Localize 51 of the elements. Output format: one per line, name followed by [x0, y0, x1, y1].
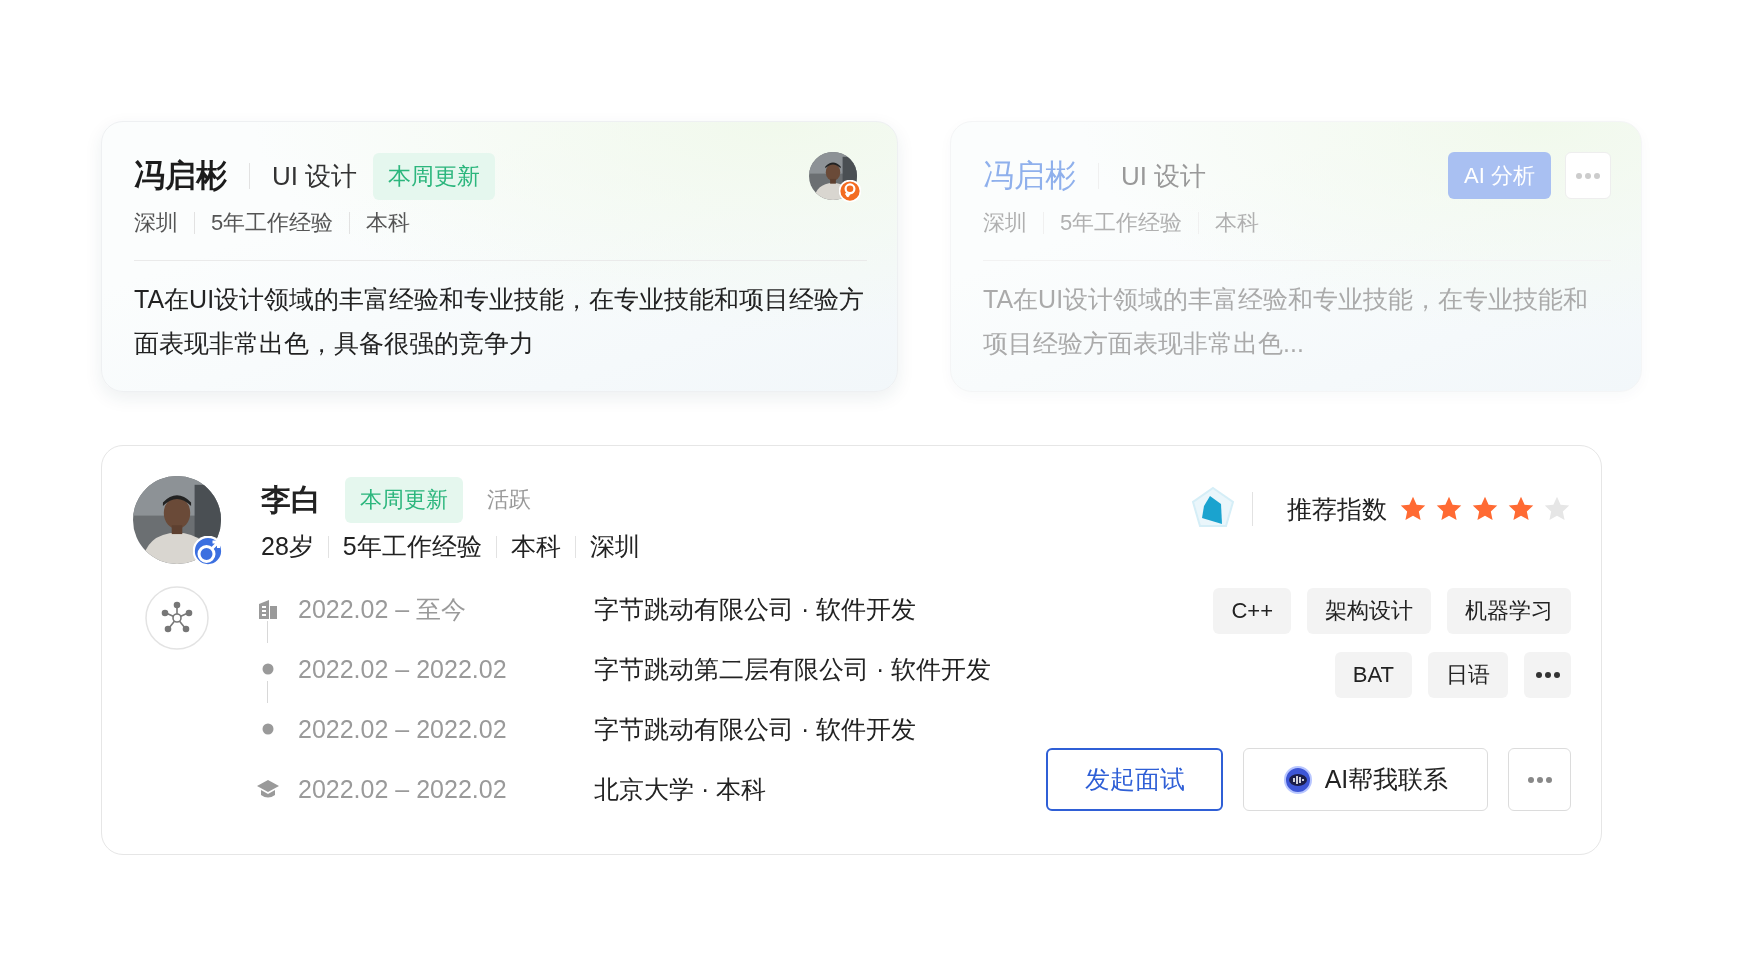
star-icon: [1399, 495, 1427, 523]
date-range: 2022.02 – 至今: [298, 593, 468, 625]
candidate-name: 冯启彬: [983, 157, 1076, 195]
job-title: UI 设计: [1121, 159, 1207, 193]
more-icon: [1533, 669, 1562, 681]
company-text: 字节跳动第二层有限公司 · 软件开发: [594, 653, 992, 685]
building-icon: [257, 598, 279, 620]
candidate-name: 冯启彬: [134, 157, 227, 195]
graduation-cap-icon: [256, 778, 280, 800]
ai-contact-button[interactable]: AI帮我联系: [1243, 748, 1488, 811]
meta-text: 深圳: [983, 209, 1027, 237]
timeline-dot: [262, 723, 274, 735]
skill-tag: 日语: [1428, 652, 1508, 698]
meta-text: 本科: [510, 531, 561, 562]
company-text: 字节跳动有限公司 · 软件开发: [594, 713, 917, 745]
timeline-dot: [262, 663, 274, 675]
candidate-name: 李白: [261, 481, 321, 518]
update-badge: 本周更新: [373, 152, 496, 200]
star-icon: [1543, 495, 1571, 523]
summary-text: TA在UI设计领域的丰富经验和专业技能，在专业技能和项目经验方面表现非常出色...: [983, 284, 1590, 359]
date-range: 2022.02 – 2022.02: [298, 714, 508, 744]
skill-tag: BAT: [1334, 652, 1412, 698]
star-icon: [1471, 495, 1499, 523]
status-text: 活跃: [487, 486, 531, 514]
star-icon: [1435, 495, 1463, 523]
interview-button[interactable]: 发起面试: [1046, 748, 1223, 811]
meta-text: 本科: [1215, 209, 1260, 237]
robot-icon: [1282, 764, 1313, 795]
update-badge: 本周更新: [345, 477, 463, 523]
network-icon: [145, 586, 209, 650]
meta-text: 深圳: [134, 209, 178, 237]
meta-text: 5年工作经验: [211, 209, 334, 237]
more-button[interactable]: [1508, 748, 1571, 811]
skill-tag: 架构设计: [1307, 588, 1431, 634]
job-title: UI 设计: [272, 159, 358, 193]
meta-text: 5年工作经验: [342, 531, 482, 562]
skill-tag: C++: [1213, 588, 1291, 634]
more-tags-button[interactable]: [1524, 652, 1571, 698]
date-range: 2022.02 – 2022.02: [298, 654, 508, 684]
date-range: 2022.02 – 2022.02: [298, 774, 508, 804]
company-text: 字节跳动有限公司 · 软件开发: [594, 593, 917, 625]
more-button[interactable]: [1565, 152, 1611, 199]
meta-text: 深圳: [589, 531, 640, 562]
star-icon: [1507, 495, 1535, 523]
meta-text: 5年工作经验: [1060, 209, 1183, 237]
summary-text: TA在UI设计领域的丰富经验和专业技能，在专业技能和项目经验方面表现非常出色，具备很强的竞争力: [134, 284, 866, 359]
school-text: 北京大学 · 本科: [594, 773, 767, 805]
skill-tag: 机器学习: [1447, 588, 1571, 634]
meta-text: 本科: [366, 209, 411, 237]
meta-text: 28岁: [261, 531, 314, 562]
recommend-label: 推荐指数: [1287, 493, 1387, 525]
